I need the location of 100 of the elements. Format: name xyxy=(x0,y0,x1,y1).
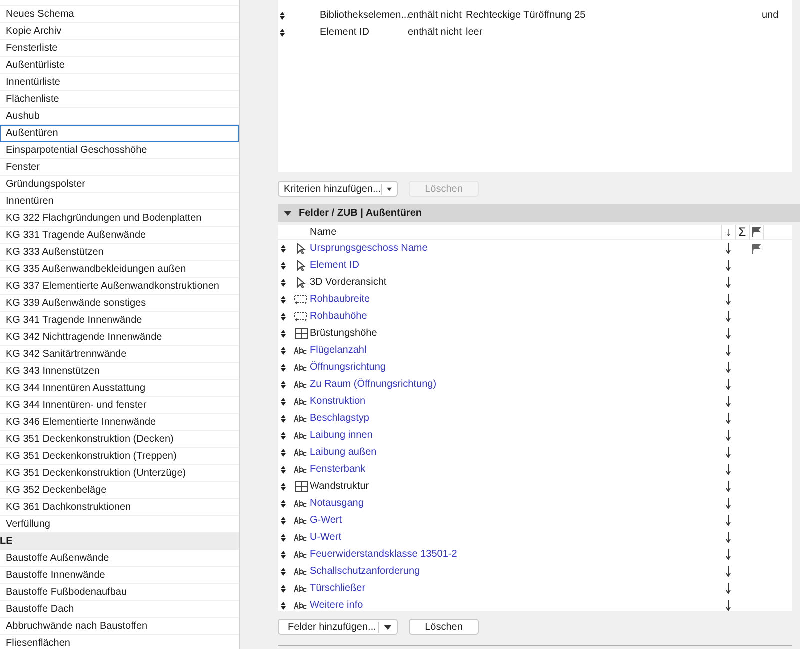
list-item[interactable]: Fliesenflächen xyxy=(0,635,239,649)
drag-handle-icon[interactable] xyxy=(281,432,286,440)
field-name[interactable]: Element ID xyxy=(310,260,360,271)
field-name[interactable]: Laibung außen xyxy=(310,447,377,458)
drag-handle-icon[interactable] xyxy=(281,346,286,354)
add-fields-button[interactable]: Felder hinzufügen... xyxy=(278,619,398,635)
text-type-icon xyxy=(294,602,308,610)
add-criteria-button[interactable]: Kriterien hinzufügen... xyxy=(278,181,398,197)
list-item[interactable]: KG 346 Elementierte Innenwände xyxy=(0,414,239,431)
list-item[interactable]: Baustoffe Fußbodenaufbau xyxy=(0,584,239,601)
drag-handle-icon[interactable] xyxy=(281,534,286,542)
list-item[interactable]: KG 344 Innentüren Ausstattung xyxy=(0,380,239,397)
field-name[interactable]: Schallschutzanforderung xyxy=(310,566,420,577)
list-item[interactable]: KG 335 Außenwandbekleidungen außen xyxy=(0,261,239,278)
list-item[interactable]: Baustoffe Dach xyxy=(0,601,239,618)
drag-handle-icon[interactable] xyxy=(281,414,286,422)
list-item[interactable]: KG 339 Außenwände sonstiges xyxy=(0,295,239,312)
list-item[interactable]: Baustoffe Innenwände xyxy=(0,567,239,584)
flag-icon[interactable] xyxy=(752,227,761,237)
drag-handle-icon[interactable] xyxy=(281,398,286,406)
field-name[interactable]: Notausgang xyxy=(310,498,364,509)
list-item[interactable]: Innentürliste xyxy=(0,74,239,91)
field-name[interactable]: Türschließer xyxy=(310,583,366,594)
flag-icon[interactable] xyxy=(752,244,760,254)
list-item[interactable]: KG 331 Tragende Außenwände xyxy=(0,227,239,244)
list-item[interactable]: KG 322 Flachgründungen und Bodenplatten xyxy=(0,210,239,227)
list-item[interactable]: Abbruchwände nach Baustoffen xyxy=(0,618,239,635)
drag-handle-icon[interactable] xyxy=(281,584,286,592)
criterion-operator: enthält nicht xyxy=(408,10,462,21)
list-item[interactable]: Gründungspolster xyxy=(0,176,239,193)
field-name[interactable]: G-Wert xyxy=(310,515,342,526)
caret-icon[interactable] xyxy=(386,186,392,192)
drag-handle-icon[interactable] xyxy=(281,262,286,270)
field-name[interactable]: Öffnungsrichtung xyxy=(310,362,386,373)
list-item[interactable]: KG 341 Tragende Innenwände xyxy=(0,312,239,329)
field-name[interactable]: Wandstruktur xyxy=(310,481,370,492)
field-name[interactable]: Beschlagstyp xyxy=(310,413,370,424)
drag-handle-icon[interactable] xyxy=(281,482,286,490)
field-name[interactable]: Feuerwiderstandsklasse 13501-2 xyxy=(310,549,458,560)
field-name[interactable]: Ursprungsgeschoss Name xyxy=(310,243,428,254)
list-item[interactable]: Baustoffe Außenwände xyxy=(0,550,239,567)
list-item[interactable]: Fensterliste xyxy=(0,40,239,57)
column-header[interactable]: ↓ xyxy=(722,225,735,241)
list-item[interactable]: KG 337 Elementierte Außenwandkonstruktionen xyxy=(0,278,239,295)
list-item[interactable]: Neues Schema xyxy=(0,6,239,23)
list-item[interactable]: Einsparpotential Geschosshöhe xyxy=(0,142,239,159)
drag-handle-icon[interactable] xyxy=(281,364,286,372)
list-item[interactable]: Außentüren xyxy=(0,125,239,142)
field-name[interactable]: Konstruktion xyxy=(310,396,366,407)
delete-button[interactable]: Löschen xyxy=(409,619,479,635)
drag-handle-icon[interactable] xyxy=(281,296,286,304)
list-item[interactable]: KG 333 Außenstützen xyxy=(0,244,239,261)
drag-handle-icon[interactable] xyxy=(281,278,286,286)
drag-handle-icon[interactable] xyxy=(281,312,286,320)
drag-handle-icon[interactable] xyxy=(281,244,286,252)
list-item[interactable]: KG 343 Innenstützen xyxy=(0,363,239,380)
list-item[interactable]: Außentürliste xyxy=(0,57,239,74)
drag-handle-icon[interactable] xyxy=(281,568,286,576)
list-item[interactable]: KG 352 Deckenbeläge xyxy=(0,482,239,499)
list-item[interactable]: Fenster xyxy=(0,159,239,176)
list-item[interactable]: KG 342 Sanitärtrennwände xyxy=(0,346,239,363)
list-item[interactable]: Innentüren xyxy=(0,193,239,210)
text-type-icon xyxy=(294,364,308,372)
drag-handle-icon[interactable] xyxy=(281,516,286,524)
list-item[interactable]: KG 351 Deckenkonstruktion (Treppen) xyxy=(0,448,239,465)
column-header[interactable]: Name xyxy=(310,225,721,240)
down-arrow-icon xyxy=(726,413,730,424)
drag-handle-icon[interactable] xyxy=(280,12,285,20)
field-name[interactable]: Fensterbank xyxy=(310,464,366,475)
list-item[interactable]: KG 361 Dachkonstruktionen xyxy=(0,499,239,516)
field-name[interactable]: Laibung innen xyxy=(310,430,373,441)
drag-handle-icon[interactable] xyxy=(281,550,286,558)
drag-handle-icon[interactable] xyxy=(281,380,286,388)
section-header[interactable]: Felder / ZUB | Außentüren xyxy=(278,204,800,222)
field-name[interactable]: Brüstungshöhe xyxy=(310,328,378,339)
list-item[interactable]: Kopie Archiv xyxy=(0,23,239,40)
list-item[interactable]: KG 342 Nichttragende Innenwände xyxy=(0,329,239,346)
list-item[interactable]: KG 344 Innentüren- und fenster xyxy=(0,397,239,414)
caret-icon[interactable] xyxy=(284,210,292,216)
field-name[interactable]: Flügelanzahl xyxy=(310,345,367,356)
drag-handle-icon[interactable] xyxy=(281,448,286,456)
drag-handle-icon[interactable] xyxy=(281,330,286,338)
drag-handle-icon[interactable] xyxy=(281,602,286,610)
text-type-icon xyxy=(294,500,308,508)
drag-handle-icon[interactable] xyxy=(281,466,286,474)
group-header[interactable]: LE xyxy=(0,533,239,550)
list-item[interactable]: KG 351 Deckenkonstruktion (Decken) xyxy=(0,431,239,448)
column-header[interactable]: Σ xyxy=(736,225,749,241)
field-name[interactable]: Weitere info xyxy=(310,600,364,611)
field-name[interactable]: 3D Vorderansicht xyxy=(310,277,387,288)
field-name[interactable]: U-Wert xyxy=(310,532,342,543)
drag-handle-icon[interactable] xyxy=(280,28,285,36)
field-name[interactable]: Zu Raum (Öffnungsrichtung) xyxy=(310,379,437,390)
field-name[interactable]: Rohbauhöhe xyxy=(310,311,368,322)
list-item[interactable]: Flächenliste xyxy=(0,91,239,108)
drag-handle-icon[interactable] xyxy=(281,500,286,508)
criterion-operator: enthält nicht xyxy=(408,27,462,38)
caret-icon[interactable] xyxy=(384,624,392,630)
field-name[interactable]: Rohbaubreite xyxy=(310,294,370,305)
list-item[interactable]: KG 351 Deckenkonstruktion (Unterzüge) xyxy=(0,465,239,482)
